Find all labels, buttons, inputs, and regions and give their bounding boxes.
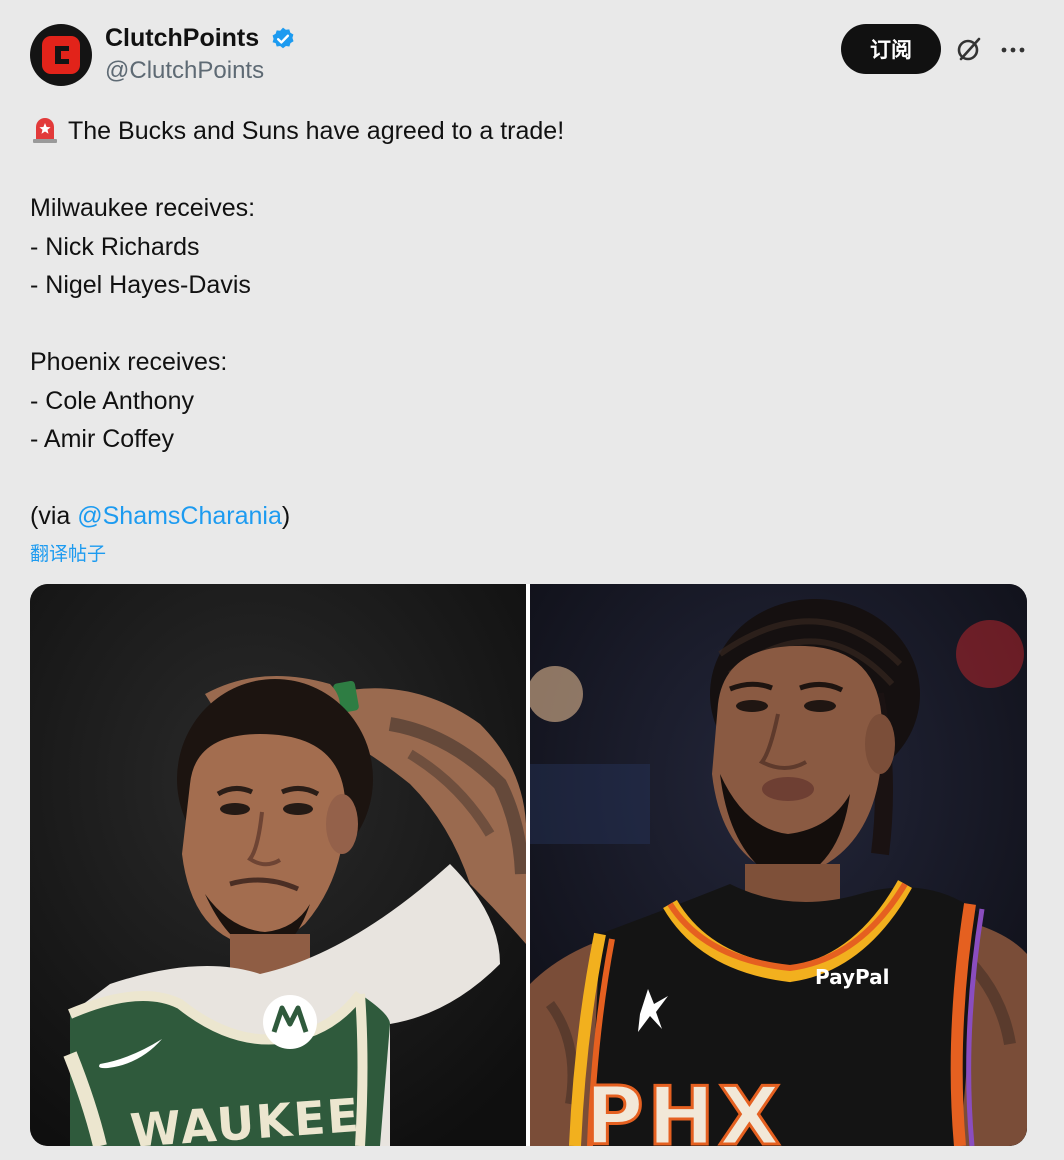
via-prefix: (via	[30, 502, 78, 530]
translate-post-link[interactable]: 翻译帖子	[30, 539, 106, 566]
avatar[interactable]	[30, 24, 92, 86]
section-title: Milwaukee receives:	[30, 194, 256, 222]
headline-text: The Bucks and Suns have agreed to a trad…	[68, 117, 565, 145]
verified-badge-icon	[272, 27, 294, 48]
list-item: - Cole Anthony	[30, 386, 194, 415]
display-name[interactable]: ClutchPoints	[105, 24, 259, 53]
sponsor-text: PayPal	[815, 965, 890, 989]
media-grid[interactable]: WAUKEE PayPal PHX	[30, 584, 1027, 1146]
tweet-header: ClutchPoints @ClutchPoints 订阅	[30, 22, 1040, 88]
list-item: - Nick Richards	[30, 232, 200, 261]
headline-line: The Bucks and Suns have agreed to a trad…	[30, 112, 1030, 151]
list-item: - Nigel Hayes-Davis	[30, 271, 251, 299]
author-info: ClutchPoints @ClutchPoints	[105, 24, 296, 85]
jersey-text-right: PHX	[585, 1070, 784, 1146]
via-suffix: )	[281, 502, 291, 530]
player-photo-suns: PayPal PHX	[530, 584, 1027, 1146]
via-line: (via @ShamsCharania)	[30, 497, 1030, 536]
tweet-body: The Bucks and Suns have agreed to a trad…	[30, 112, 1030, 536]
more-dots-icon[interactable]	[998, 35, 1028, 65]
grok-slash-icon[interactable]	[954, 34, 984, 64]
list-item: - Amir Coffey	[30, 425, 175, 453]
photo-left[interactable]: WAUKEE	[30, 584, 526, 1146]
clutchpoints-logo-icon	[42, 36, 80, 74]
section-title: Phoenix receives:	[30, 348, 228, 376]
siren-icon	[33, 118, 57, 143]
photo-right[interactable]: PayPal PHX	[530, 584, 1027, 1146]
player-photo-bucks: WAUKEE	[30, 584, 526, 1146]
handle[interactable]: @ClutchPoints	[105, 57, 296, 85]
subscribe-button[interactable]: 订阅	[841, 24, 941, 74]
mention-link[interactable]: @ShamsCharania	[77, 502, 282, 530]
